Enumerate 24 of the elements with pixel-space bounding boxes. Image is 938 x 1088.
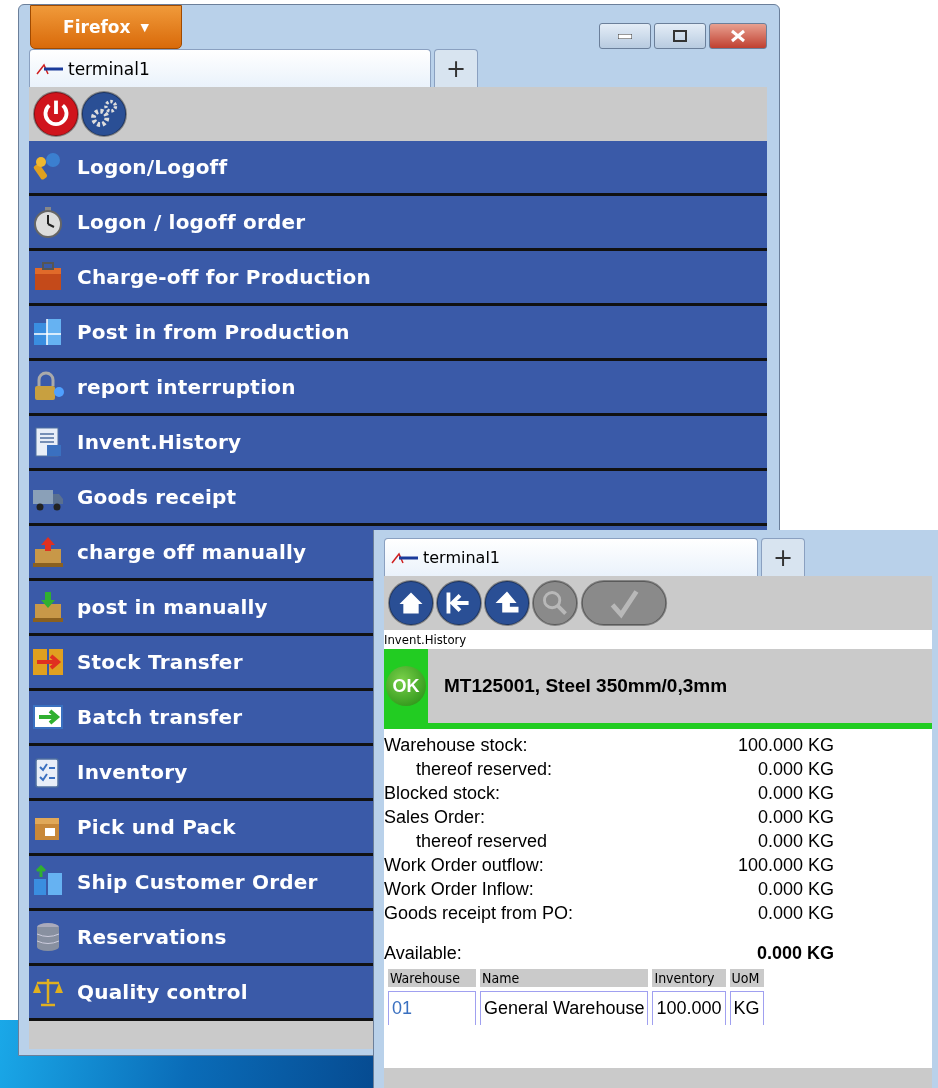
field-label: thereof reserved: <box>415 758 553 780</box>
field-label: Work Order Inflow: <box>384 878 534 900</box>
column-header: Name <box>480 969 649 987</box>
column-header: Warehouse <box>388 969 476 987</box>
status-badge: OK <box>386 666 426 706</box>
table-cell: KG <box>729 991 764 1025</box>
item-title: MT125001, Steel 350mm/0,3mm <box>444 675 728 697</box>
field-label: Sales Order: <box>384 806 486 828</box>
field-label: Blocked stock: <box>384 782 501 804</box>
table-cell: 100.000 <box>652 991 726 1025</box>
field-value: 0.000 KG <box>757 782 834 804</box>
page-title: Invent.History <box>384 630 932 649</box>
column-header: Inventory <box>652 969 726 987</box>
field-value: 0.000 KG <box>757 806 834 828</box>
field-value: 100.000 KG <box>737 734 834 756</box>
field-value: 0.000 KG <box>756 942 834 964</box>
table-cell: General Warehouse <box>480 991 649 1025</box>
field-value: 0.000 KG <box>757 830 834 852</box>
field-label: Available: <box>384 942 462 964</box>
field-label: Work Order outflow: <box>384 854 544 876</box>
column-header: UoM <box>729 969 764 987</box>
field-value: 0.000 KG <box>757 758 834 780</box>
field-label: Warehouse stock: <box>384 734 528 756</box>
field-label: thereof reserved <box>415 830 548 852</box>
